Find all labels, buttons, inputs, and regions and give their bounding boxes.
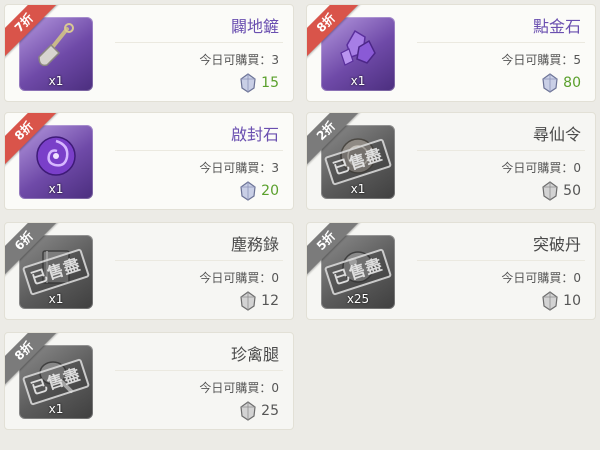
shovel-icon: [38, 23, 74, 67]
item-quantity: x25: [346, 292, 370, 306]
shop-item-card[interactable]: 8折 已售盡 x1 珍禽腿 今日可購買：0 25: [4, 332, 294, 430]
silver-crystal-icon: [240, 401, 256, 421]
purchase-limit: 今日可購買：3: [199, 159, 279, 176]
limit-value: 0: [573, 271, 581, 285]
price-value: 15: [261, 75, 279, 91]
limit-label: 今日可購買：: [199, 161, 272, 175]
limit-label: 今日可購買：: [199, 381, 272, 395]
limit-value: 0: [271, 381, 279, 395]
limit-label: 今日可購買：: [199, 53, 272, 67]
item-name: 突破丹: [532, 235, 581, 254]
purchase-limit: 今日可購買：3: [199, 51, 279, 68]
divider: [417, 42, 585, 43]
limit-label: 今日可購買：: [501, 53, 574, 67]
purchase-limit: 今日可購買：0: [199, 379, 279, 396]
divider: [115, 370, 283, 371]
item-quantity: x1: [48, 402, 64, 416]
item-name: 啟封石: [230, 125, 279, 144]
price-value: 25: [261, 403, 279, 419]
divider: [115, 260, 283, 261]
limit-value: 5: [573, 53, 581, 67]
shop-item-card[interactable]: 6折 已售盡 x1 塵務錄 今日可購買：0 12: [4, 222, 294, 320]
price-value: 12: [261, 293, 279, 309]
limit-value: 0: [271, 271, 279, 285]
purchase-limit: 今日可購買：0: [501, 269, 581, 286]
limit-label: 今日可購買：: [501, 161, 574, 175]
shop-item-card[interactable]: 8折 x1 啟封石 今日可購買：3 20: [4, 112, 294, 210]
item-name: 尋仙令: [532, 125, 581, 144]
item-quantity: x1: [48, 182, 64, 196]
item-quantity: x1: [48, 74, 64, 88]
limit-value: 3: [271, 53, 279, 67]
limit-label: 今日可購買：: [501, 271, 574, 285]
limit-value: 0: [573, 161, 581, 175]
shop-item-card[interactable]: 2折 已售盡 x1 尋仙令 今日可購買：0 50: [306, 112, 596, 210]
item-name: 闢地鏟: [230, 17, 279, 36]
silver-crystal-icon: [240, 291, 256, 311]
item-quantity: x1: [48, 292, 64, 306]
item-name: 點金石: [532, 17, 581, 36]
price: 20: [239, 181, 279, 201]
price: 80: [541, 73, 581, 93]
shop-item-card[interactable]: 5折 已售盡 x25 突破丹 今日可購買：0 10: [306, 222, 596, 320]
limit-label: 今日可購買：: [199, 271, 272, 285]
price: 10: [541, 291, 581, 311]
price: 12: [239, 291, 279, 311]
item-name: 塵務錄: [230, 235, 279, 254]
item-quantity: x1: [350, 74, 366, 88]
divider: [417, 260, 585, 261]
swirl-orb-icon: [36, 136, 76, 176]
price-value: 10: [563, 293, 581, 309]
silver-crystal-icon: [240, 181, 256, 201]
divider: [115, 42, 283, 43]
price: 50: [541, 181, 581, 201]
purchase-limit: 今日可購買：5: [501, 51, 581, 68]
limit-value: 3: [271, 161, 279, 175]
price: 15: [239, 73, 279, 93]
shop-item-card[interactable]: 8折 x1 點金石 今日可購買：5 80: [306, 4, 596, 102]
price-value: 80: [563, 75, 581, 91]
price-value: 20: [261, 183, 279, 199]
purchase-limit: 今日可購買：0: [199, 269, 279, 286]
purple-crystal-icon: [340, 29, 376, 66]
price: 25: [239, 401, 279, 421]
item-quantity: x1: [350, 182, 366, 196]
divider: [417, 150, 585, 151]
shop-item-card[interactable]: 7折 x1 闢地鏟 今日可購買：3 15: [4, 4, 294, 102]
purchase-limit: 今日可購買：0: [501, 159, 581, 176]
silver-crystal-icon: [542, 291, 558, 311]
divider: [115, 150, 283, 151]
silver-crystal-icon: [240, 73, 256, 93]
silver-crystal-icon: [542, 73, 558, 93]
price-value: 50: [563, 183, 581, 199]
item-name: 珍禽腿: [230, 345, 279, 364]
silver-crystal-icon: [542, 181, 558, 201]
